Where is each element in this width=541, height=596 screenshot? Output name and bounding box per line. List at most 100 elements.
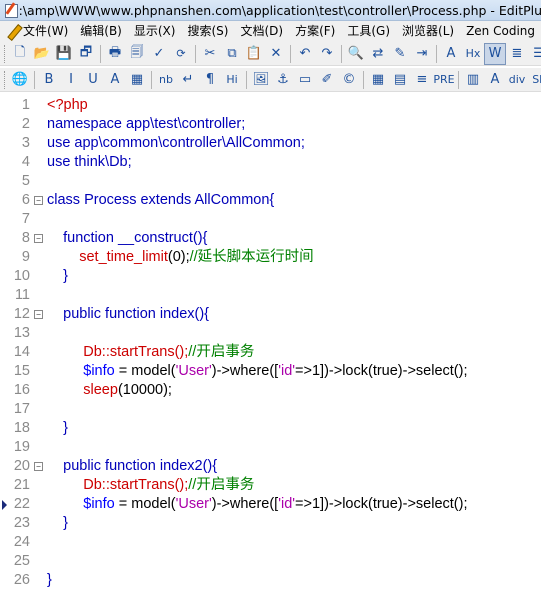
code-line[interactable]: 16 sleep(10000); [0,381,541,400]
code-line[interactable]: 14 Db::startTrans();//开启事务 [0,343,541,362]
menu-document[interactable]: 文档(D) [234,22,289,41]
italic-icon[interactable]: I [60,69,82,91]
image-icon[interactable]: 🖼 [250,69,272,91]
copy-icon[interactable]: ⧉ [221,43,243,65]
span-icon[interactable]: SP [528,69,541,91]
code-line[interactable]: 22 $info = model('User')->where(['id'=>1… [0,495,541,514]
line-break-icon[interactable]: ↵ [177,69,199,91]
undo-icon[interactable]: ↶ [294,43,316,65]
delete-icon[interactable]: ✕ [265,43,287,65]
code-line[interactable]: 13 [0,324,541,343]
pre-icon[interactable]: PRE [433,69,455,91]
fold-icon[interactable]: ≣ [506,43,528,65]
table-icon[interactable]: ▦ [367,69,389,91]
block-icon[interactable]: ▥ [462,69,484,91]
code-line[interactable]: 20− public function index2(){ [0,457,541,476]
paragraph-icon[interactable]: ¶ [199,69,221,91]
list-icon[interactable]: ☰ [528,43,541,65]
code-line[interactable]: 6− class Process extends AllCommon{ [0,191,541,210]
find-icon[interactable]: 🔍 [345,43,367,65]
save-all-icon[interactable]: 🗗 [75,43,97,65]
print-icon[interactable]: 🖶 [104,43,126,65]
code-line[interactable]: 11 [0,286,541,305]
sync-icon[interactable]: ⟳ [170,43,192,65]
menu-zen-coding[interactable]: Zen Coding [460,22,541,41]
open-folder-icon[interactable]: 📂 [31,43,53,65]
line-number: 12 [13,306,30,322]
code-line[interactable]: 15 $info = model('User')->where(['id'=>1… [0,362,541,381]
indent-icon[interactable]: ⇥ [411,43,433,65]
paste-icon[interactable]: 📋 [243,43,265,65]
code-token: use think\Db; [47,154,132,170]
toolbar-separator [195,44,196,63]
div-icon[interactable]: div [506,69,528,91]
code-text: use app\common\controller\AllCommon; [47,134,305,153]
toolbar-grip[interactable] [4,44,5,63]
code-line[interactable]: 12− public function index(){ [0,305,541,324]
spell-check-icon[interactable]: ✓ [148,43,170,65]
code-line[interactable]: 19 [0,438,541,457]
code-line[interactable]: 26} [0,571,541,590]
font-size-icon[interactable]: A [440,43,462,65]
code-token: //开启事务 [188,344,255,360]
font-color-icon[interactable]: A [104,69,126,91]
code-line[interactable]: 24 [0,533,541,552]
browser-icon[interactable]: 🌐 [9,69,31,91]
nbsp-icon[interactable]: nb [155,69,177,91]
current-line-marker-icon [2,500,7,510]
code-line[interactable]: 2 namespace app\test\controller; [0,115,541,134]
hex-icon[interactable]: Hx [462,43,484,65]
code-line[interactable]: 23 } [0,514,541,533]
replace-icon[interactable]: ⇄ [367,43,389,65]
fold-toggle-icon[interactable]: − [34,234,43,243]
align-icon[interactable]: ≡ [411,69,433,91]
menu-project[interactable]: 方案(F) [289,22,341,41]
fold-toggle-icon[interactable]: − [34,310,43,319]
code-line[interactable]: 1 <?php [0,96,541,115]
code-token: $info [83,363,115,379]
code-line[interactable]: 8− function __construct(){ [0,229,541,248]
color-grid-icon[interactable]: ▦ [126,69,148,91]
code-line[interactable]: 17 [0,400,541,419]
fold-toggle-icon[interactable]: − [34,462,43,471]
line-number: 14 [13,344,30,360]
code-line[interactable]: 18 } [0,419,541,438]
code-line[interactable]: 3 use app\common\controller\AllCommon; [0,134,541,153]
code-line[interactable]: 25 [0,552,541,571]
toolbar-grip[interactable] [4,70,5,89]
code-line[interactable]: 9 set_time_limit(0);//延长脚本运行时间 [0,248,541,267]
new-file-icon[interactable]: 🗋 [9,43,31,65]
copyright-icon[interactable]: © [338,69,360,91]
highlight-icon[interactable]: ✐ [316,69,338,91]
menu-search[interactable]: 搜索(S) [181,22,234,41]
menu-view[interactable]: 显示(X) [128,22,182,41]
word-wrap-icon[interactable]: W [484,42,506,65]
heading-icon[interactable]: Hi [221,69,243,91]
menu-browser[interactable]: 浏览器(L) [396,22,460,41]
save-icon[interactable]: 💾 [53,43,75,65]
menu-tools[interactable]: 工具(G) [341,22,396,41]
menu-file[interactable]: 文件(W) [17,22,74,41]
underline-icon[interactable]: U [82,69,104,91]
edit-icon[interactable]: ✎ [389,43,411,65]
code-line[interactable]: 21 Db::startTrans();//开启事务 [0,476,541,495]
redo-icon[interactable]: ↷ [316,43,338,65]
anchor-icon[interactable]: ⚓ [272,69,294,91]
print-preview-icon[interactable]: 🗐 [126,43,148,65]
code-line[interactable]: 4 use think\Db; [0,153,541,172]
code-editor[interactable]: 1 <?php 2 namespace app\test\controller; 3 us… [0,93,541,596]
cut-icon[interactable]: ✂ [199,43,221,65]
bold-icon[interactable]: B [38,69,60,91]
font-icon[interactable]: A [484,69,506,91]
hr-icon[interactable]: ▭ [294,69,316,91]
code-line[interactable]: 5 [0,172,541,191]
form-icon[interactable]: ▤ [389,69,411,91]
code-token: set_time_limit [79,249,168,265]
menu-edit[interactable]: 编辑(B) [74,22,128,41]
line-number: 15 [13,363,30,379]
code-line[interactable]: 10 } [0,267,541,286]
code-line[interactable]: 7 [0,210,541,229]
code-token: } [63,268,68,284]
fold-toggle-icon[interactable]: − [34,196,43,205]
